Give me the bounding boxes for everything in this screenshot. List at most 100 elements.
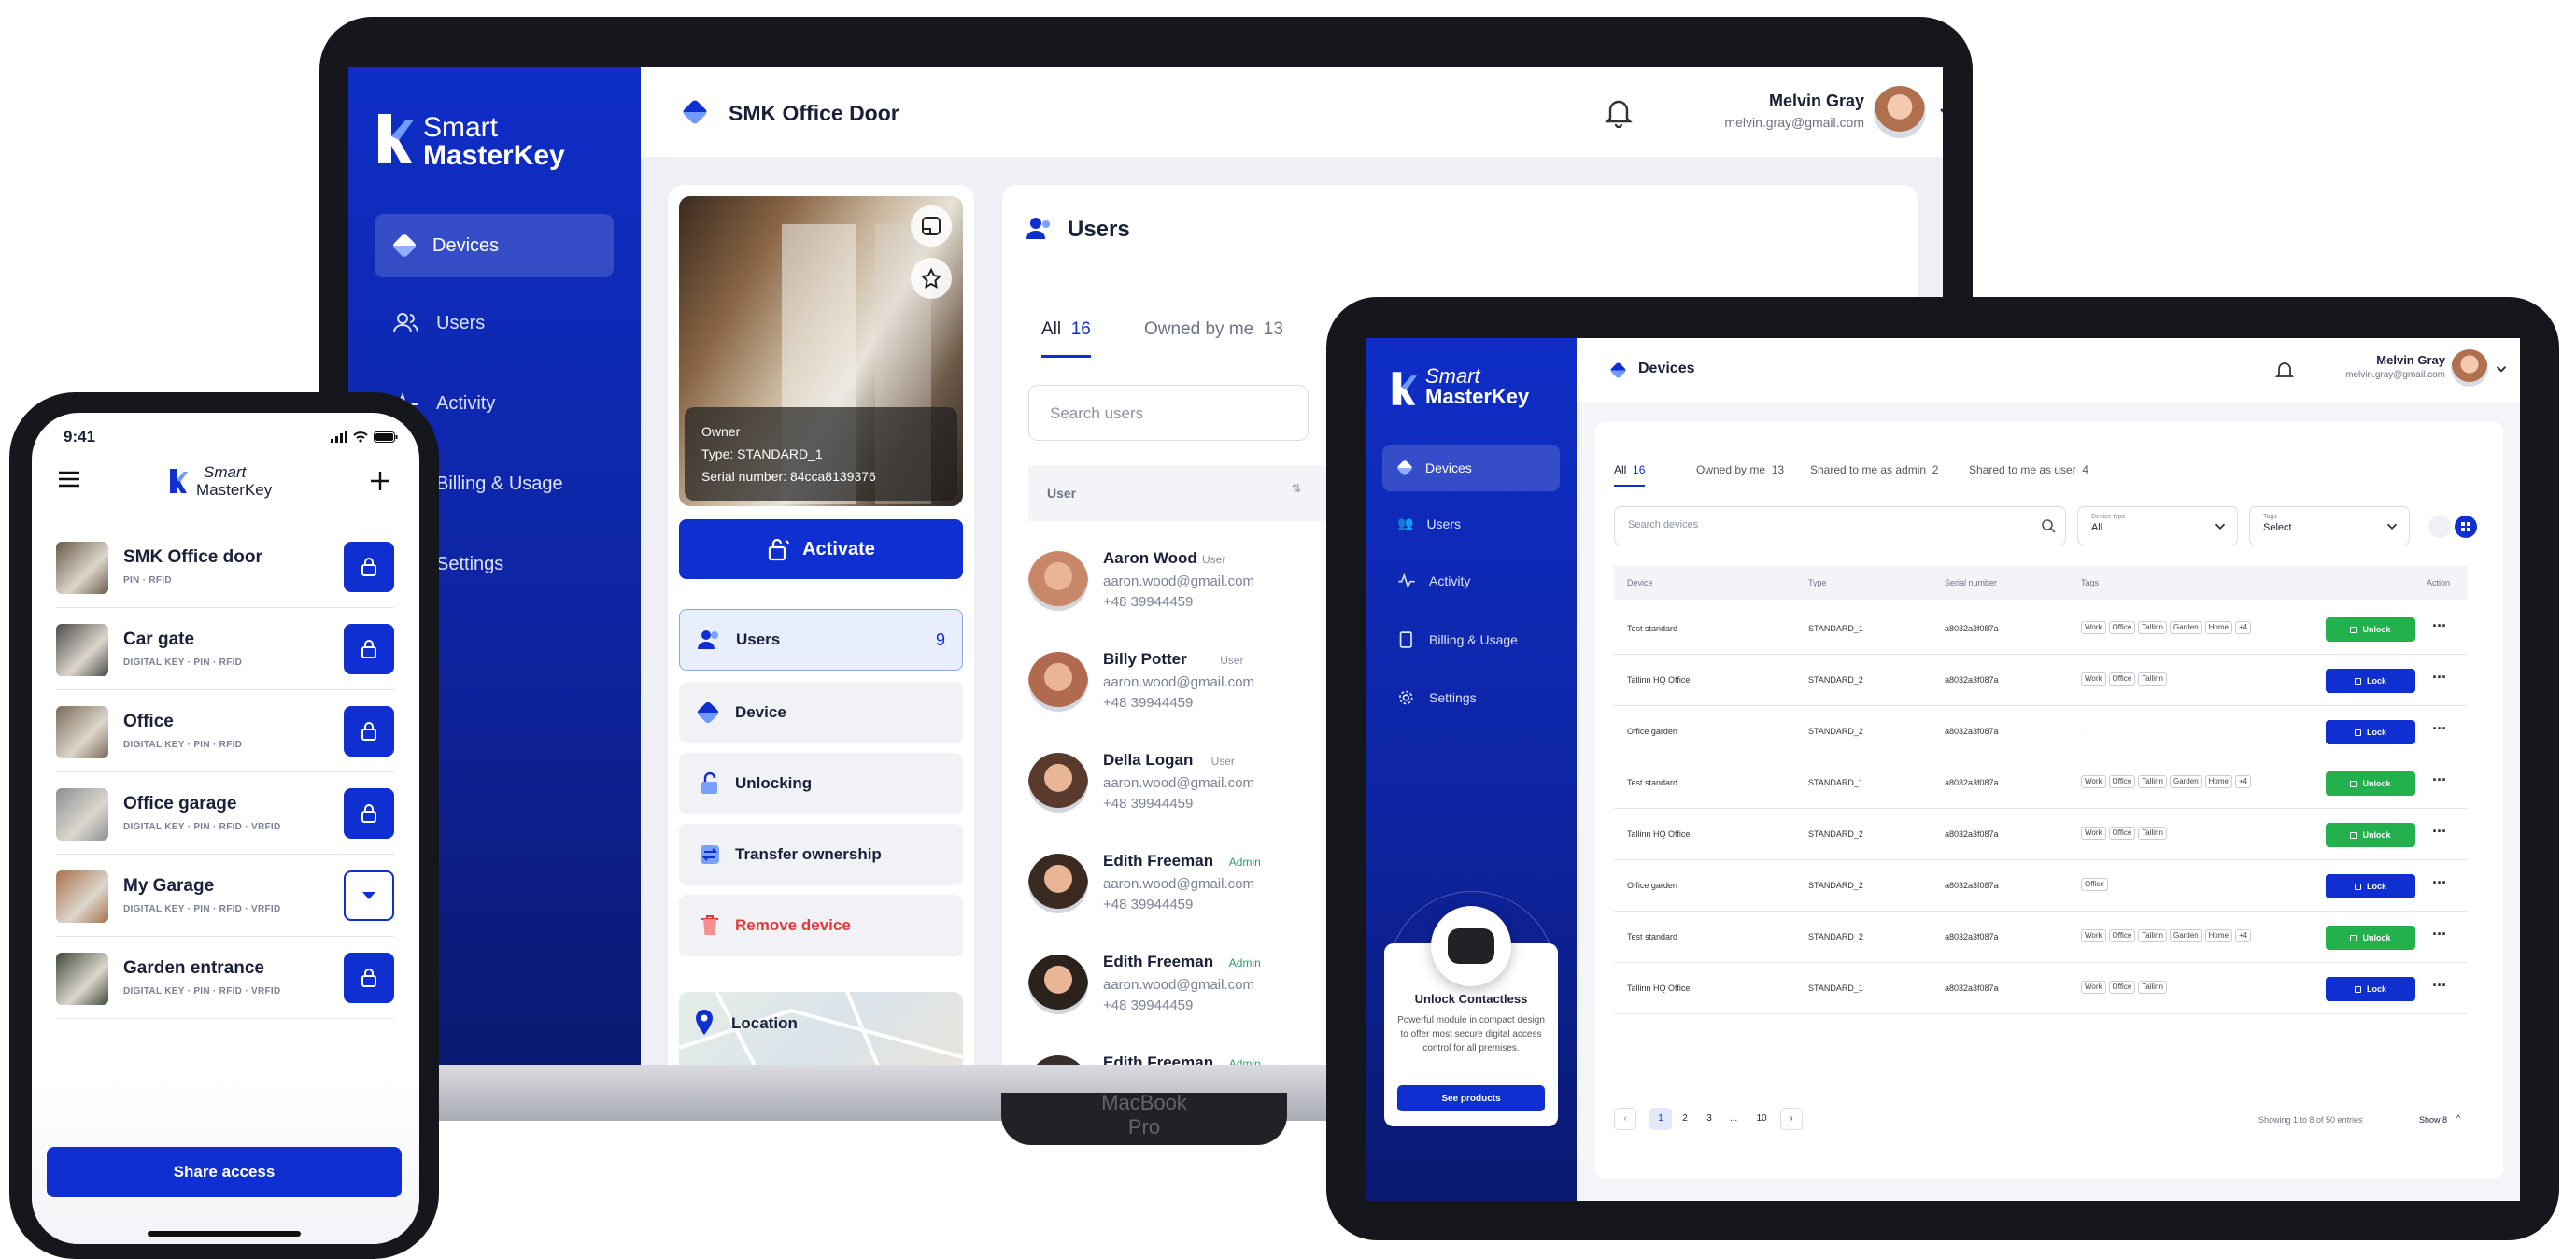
device-type-select[interactable]: Device type All [2077, 506, 2238, 545]
sidebar-item-users[interactable]: 👥 Users [1397, 516, 1461, 531]
device-row[interactable]: Office DIGITAL KEY · PIN · RFID [32, 691, 419, 773]
column-serial[interactable]: Serial number [1945, 578, 1997, 587]
menu-transfer-ownership[interactable]: Transfer ownership [679, 824, 963, 885]
chevron-down-icon[interactable] [1939, 106, 1943, 118]
user-row[interactable]: Edith Freeman Admin aaron.wood@gmail.com +4… [1028, 940, 1327, 1033]
table-row[interactable]: Tallinn HQ Office STANDARD_2 a8032a3f087a W… [1614, 809, 2468, 860]
prev-page-icon[interactable]: ‹ [1614, 1108, 1636, 1130]
device-row[interactable]: Car gate DIGITAL KEY · PIN · RFID [32, 609, 419, 691]
gallery-icon[interactable] [911, 205, 952, 247]
unlock-button[interactable]: Unlock [2326, 771, 2415, 796]
menu-remove-device[interactable]: Remove device [679, 895, 963, 956]
sidebar-item-settings[interactable]: Settings [1397, 689, 1477, 706]
table-row[interactable]: Test standard STANDARD_2 a8032a3f087a Work O… [1614, 912, 2468, 963]
activate-button[interactable]: Activate [679, 519, 963, 579]
lock-button[interactable] [344, 542, 394, 592]
page-3[interactable]: ... [1722, 1108, 1745, 1130]
more-icon[interactable]: ··· [2432, 719, 2447, 739]
share-access-button[interactable]: Share access [47, 1147, 402, 1197]
see-products-button[interactable]: See products [1397, 1085, 1545, 1111]
more-icon[interactable]: ··· [2432, 668, 2447, 687]
user-row[interactable]: Edith Freeman Admin [1028, 1040, 1327, 1065]
user-row[interactable]: Edith Freeman Admin aaron.wood@gmail.com +4… [1028, 839, 1327, 932]
table-row[interactable]: Office garden STANDARD_2 a8032a3f087a - Lock… [1614, 706, 2468, 757]
device-row[interactable]: My Garage DIGITAL KEY · PIN · RFID · VRFI… [32, 856, 419, 938]
devices-icon [1395, 459, 1414, 477]
device-row[interactable]: Office garage DIGITAL KEY · PIN · RFID · … [32, 773, 419, 856]
device-meta: DIGITAL KEY · PIN · RFID · VRFID [123, 986, 281, 997]
list-view-icon[interactable] [2428, 516, 2451, 538]
search-input[interactable]: Search users [1028, 385, 1309, 441]
location-map[interactable]: Location [679, 992, 963, 1065]
sidebar-item-label: Settings [436, 553, 504, 574]
tab-0[interactable]: All 16 [1614, 463, 1646, 487]
search-input[interactable]: Search devices [1614, 506, 2066, 545]
menu-device[interactable]: Device [679, 682, 963, 743]
menu-unlocking[interactable]: Unlocking [679, 753, 963, 814]
brand-name: Smart MasterKey [1425, 366, 1529, 407]
page-0[interactable]: 1 [1649, 1108, 1672, 1130]
unlock-button[interactable]: Unlock [2326, 823, 2415, 847]
panel-title: Users [1068, 217, 1130, 242]
table-row[interactable]: Test standard STANDARD_1 a8032a3f087a Work O… [1614, 603, 2468, 655]
lock-button[interactable] [344, 624, 394, 674]
unlock-button[interactable]: Unlock [2326, 926, 2415, 950]
user-row[interactable]: Aaron Wood User aaron.wood@gmail.com +48 39… [1028, 536, 1327, 630]
table-row[interactable]: Office garden STANDARD_2 a8032a3f087a Offic… [1614, 860, 2468, 912]
next-page-icon[interactable]: › [1780, 1108, 1803, 1130]
page-1[interactable]: 2 [1674, 1108, 1696, 1130]
column-device[interactable]: Device [1627, 578, 1653, 587]
device-row[interactable]: SMK Office door PIN · RFID [32, 527, 419, 609]
sidebar-item-billing[interactable]: Billing & Usage [1397, 631, 1518, 648]
user-row[interactable]: Billy Potter User aaron.wood@gmail.com +48 … [1028, 637, 1327, 730]
lock-button[interactable]: Lock [2326, 874, 2415, 898]
avatar[interactable] [2451, 349, 2488, 387]
table-row[interactable]: Tallinn HQ Office STANDARD_1 a8032a3f087a W… [1614, 963, 2468, 1014]
device-row[interactable]: Garden entrance DIGITAL KEY · PIN · RFID … [32, 938, 419, 1020]
lock-button[interactable]: Lock [2326, 720, 2415, 744]
table-row[interactable]: Tallinn HQ Office STANDARD_2 a8032a3f087a W… [1614, 655, 2468, 706]
tab-1[interactable]: Owned by me 13 [1696, 463, 1784, 485]
tab-all[interactable]: All 16 [1041, 319, 1091, 358]
tags-select[interactable]: Tags Select [2249, 506, 2410, 545]
lock-button[interactable] [344, 706, 394, 757]
add-icon[interactable] [370, 471, 390, 491]
lock-button[interactable]: Lock [2326, 669, 2415, 693]
lock-button[interactable]: Lock [2326, 977, 2415, 1001]
column-type[interactable]: Type [1808, 578, 1827, 587]
tab-3[interactable]: Shared to me as user 4 [1969, 463, 2088, 485]
table-header-user[interactable]: User ⇅ [1028, 465, 1327, 521]
more-icon[interactable]: ··· [2432, 925, 2447, 944]
more-icon[interactable]: ··· [2432, 976, 2447, 996]
sidebar-item-users[interactable]: Users [393, 312, 485, 334]
lock-button[interactable] [344, 788, 394, 839]
unlock-button[interactable]: Unlock [2326, 617, 2415, 642]
sidebar-item-devices[interactable]: Devices [375, 214, 614, 277]
page-2[interactable]: 3 [1698, 1108, 1720, 1130]
star-icon[interactable] [911, 258, 952, 299]
menu-icon[interactable] [58, 471, 80, 488]
column-tags[interactable]: Tags [2081, 578, 2099, 587]
page-size-select[interactable]: Show 8 ^ [2412, 1110, 2468, 1130]
bell-icon[interactable] [2275, 361, 2294, 381]
bell-icon[interactable] [1605, 98, 1633, 128]
user-info[interactable]: Melvin Gray melvin.gray@gmail.com [2314, 353, 2445, 380]
table-row[interactable]: Test standard STANDARD_1 a8032a3f087a Work O… [1614, 757, 2468, 809]
sidebar-item-activity[interactable]: Activity [1397, 573, 1470, 588]
tab-2[interactable]: Shared to me as admin 2 [1810, 463, 1938, 485]
avatar[interactable] [1874, 86, 1926, 138]
user-row[interactable]: Della Logan User aaron.wood@gmail.com +48 3… [1028, 738, 1327, 831]
more-icon[interactable]: ··· [2432, 771, 2447, 790]
sidebar-item-devices[interactable]: Devices [1382, 445, 1560, 491]
user-info[interactable]: Melvin Gray melvin.gray@gmail.com [1677, 92, 1864, 130]
more-icon[interactable]: ··· [2432, 873, 2447, 893]
menu-users[interactable]: Users 9 [679, 609, 963, 671]
chevron-down-icon[interactable] [2496, 364, 2507, 374]
grid-view-icon[interactable] [2455, 516, 2477, 538]
more-icon[interactable]: ··· [2432, 616, 2447, 636]
more-icon[interactable]: ··· [2432, 822, 2447, 842]
expand-button[interactable] [344, 870, 394, 921]
tab-owned-by-me[interactable]: Owned by me 13 [1144, 319, 1283, 340]
page-4[interactable]: 10 [1750, 1108, 1773, 1130]
lock-button[interactable] [344, 953, 394, 1003]
